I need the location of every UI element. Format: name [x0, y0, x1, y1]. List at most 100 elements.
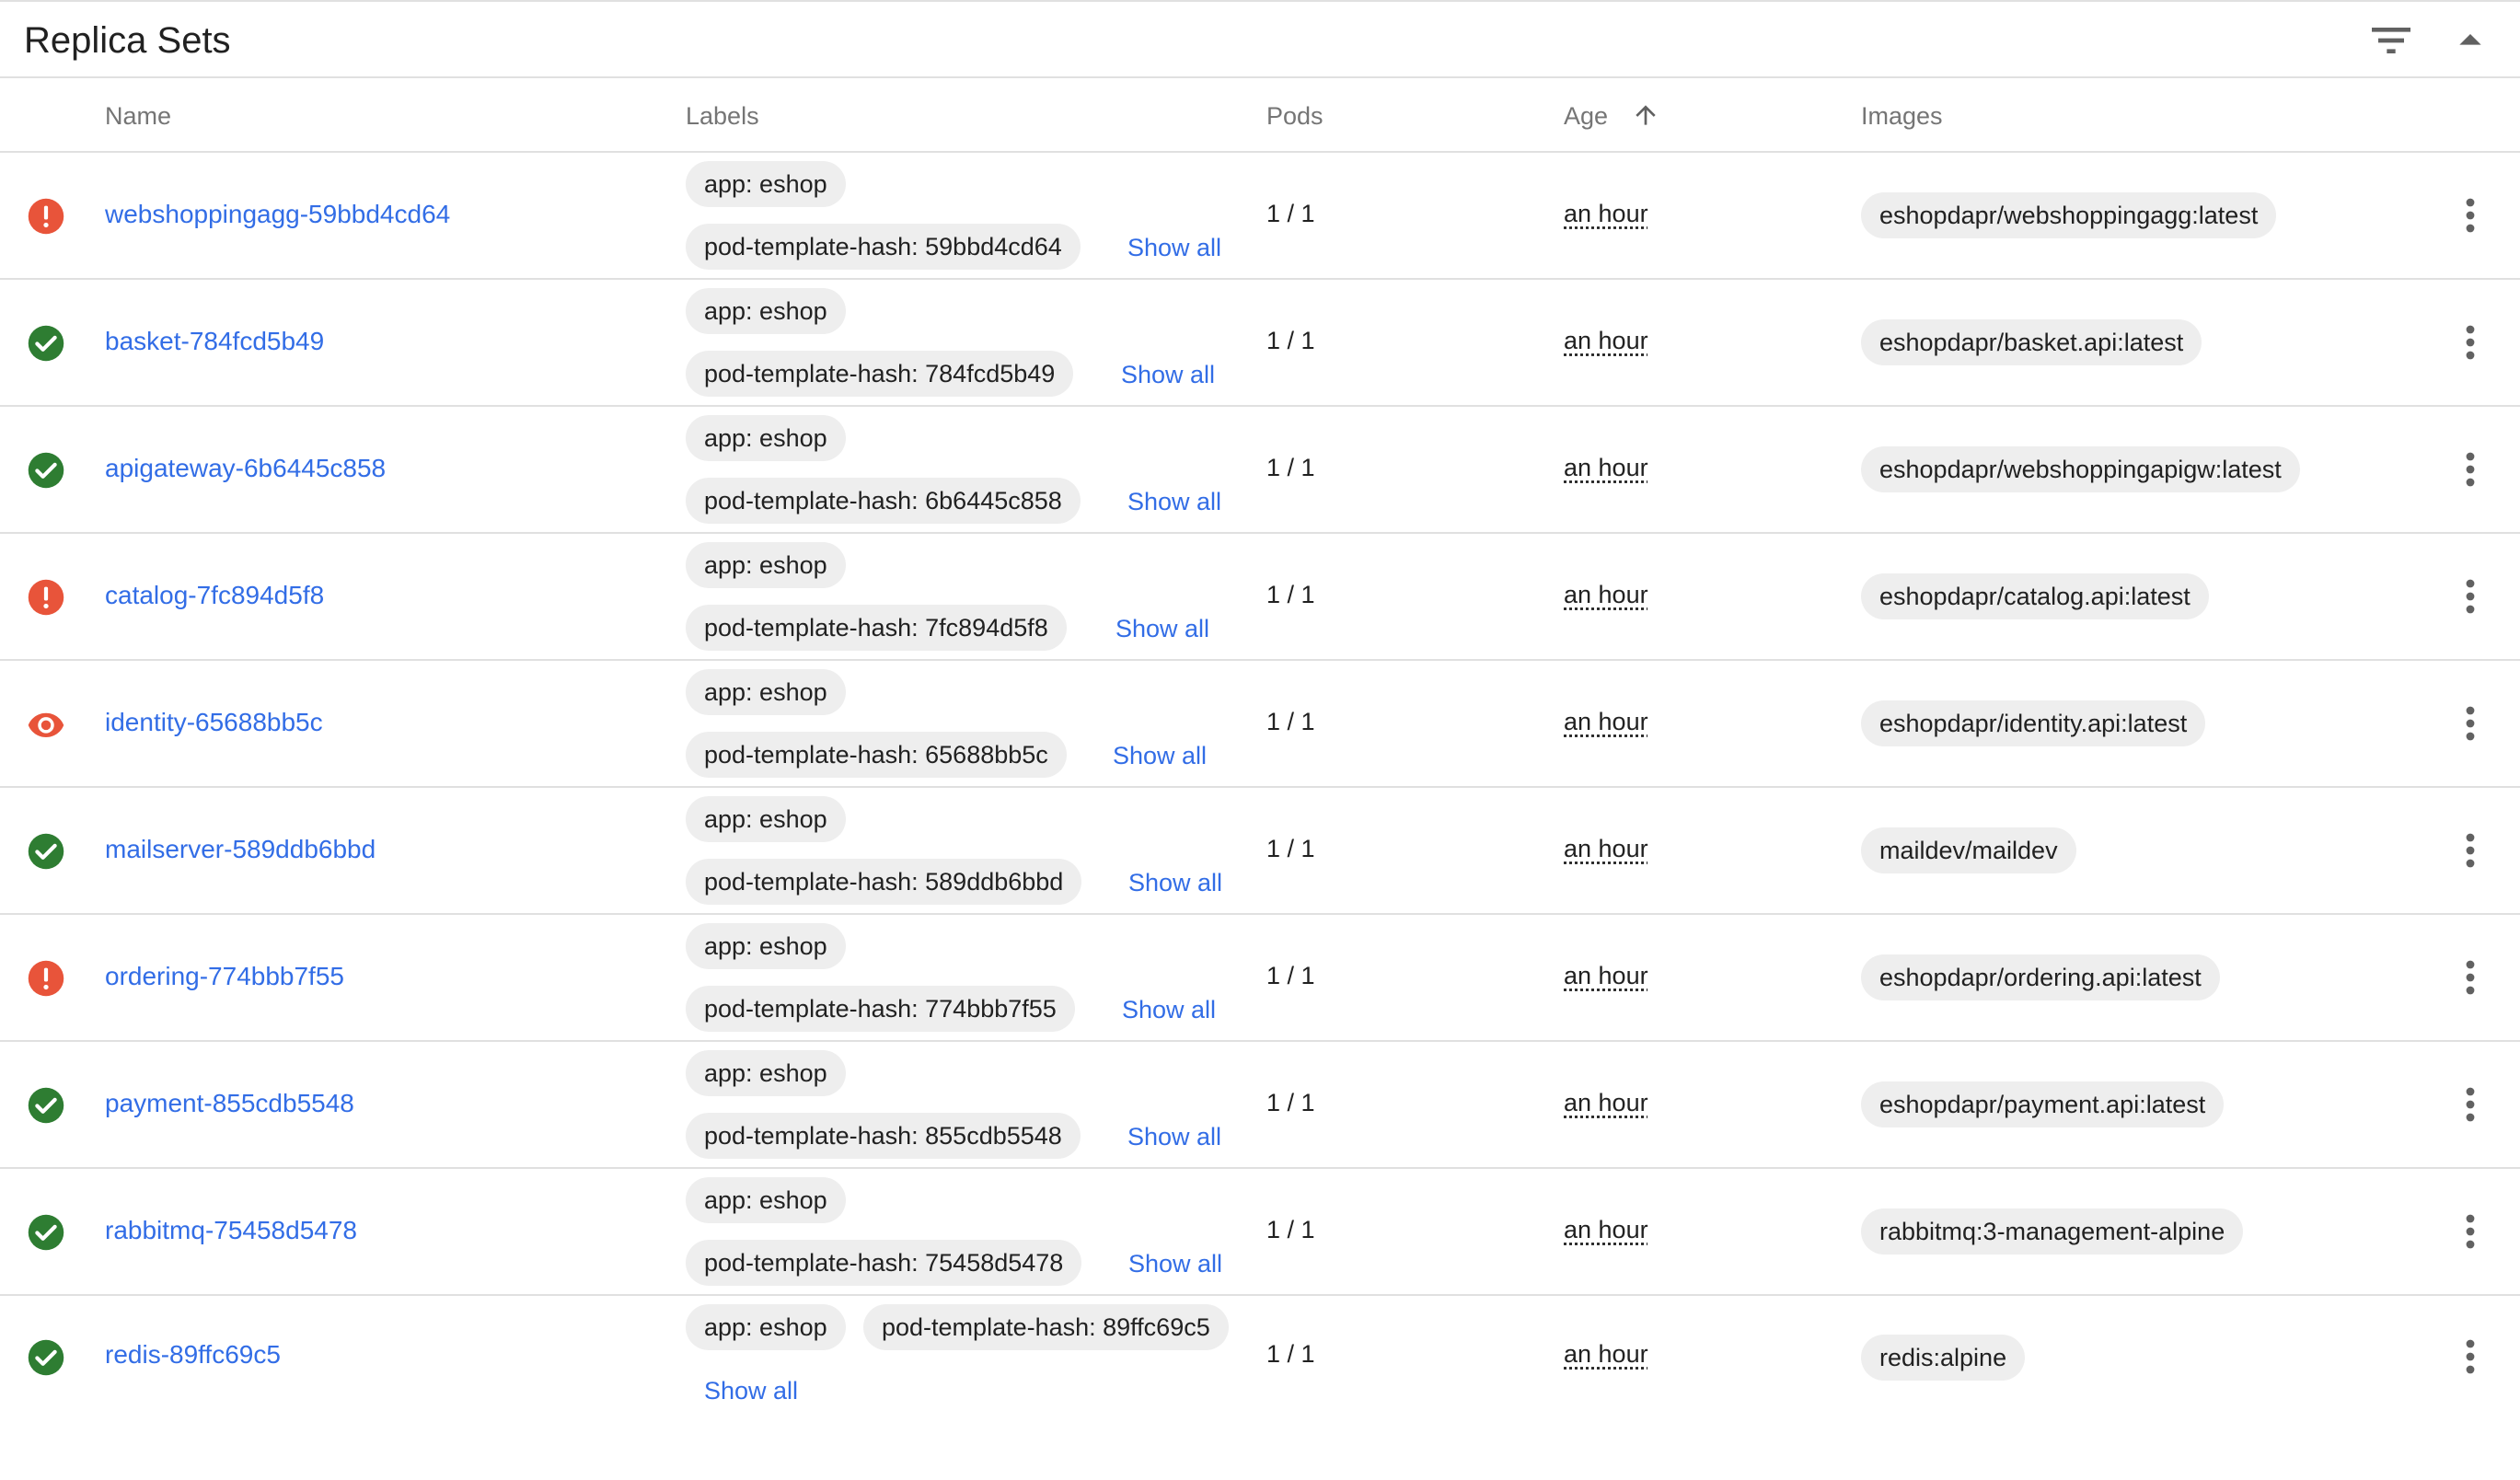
image-chip: eshopdapr/webshoppingapigw:latest [1861, 446, 2300, 492]
row-actions-button[interactable] [2452, 193, 2489, 237]
arrow-upward-icon[interactable] [1631, 100, 1660, 130]
card-header: Replica Sets [0, 2, 2520, 78]
show-all-labels-link[interactable]: Show all [1116, 615, 1209, 643]
image-chip: rabbitmq:3-management-alpine [1861, 1208, 2244, 1255]
table-row: catalog-7fc894d5f8 app: eshop pod-templa… [0, 534, 2520, 661]
show-all-labels-link[interactable]: Show all [1122, 996, 1216, 1024]
error-icon [27, 197, 65, 236]
pods-count: 1 / 1 [1266, 835, 1315, 862]
row-actions-button[interactable] [2452, 1335, 2489, 1379]
filter-button[interactable] [2365, 15, 2417, 66]
row-actions-button[interactable] [2452, 574, 2489, 619]
table-row: apigateway-6b6445c858 app: eshop pod-tem… [0, 407, 2520, 534]
age-value: an hour [1564, 1216, 1648, 1243]
check-circle-icon [27, 1086, 65, 1125]
pods-count: 1 / 1 [1266, 327, 1315, 354]
age-value: an hour [1564, 1089, 1648, 1116]
replica-sets-card: Replica Sets Name Labels Pods Age Images… [0, 0, 2520, 1405]
row-actions-button[interactable] [2452, 447, 2489, 491]
label-chip-pod-template-hash: pod-template-hash: 7fc894d5f8 [686, 605, 1067, 651]
more-vert-icon [2466, 706, 2475, 741]
image-chip: eshopdapr/basket.api:latest [1861, 319, 2202, 365]
show-all-labels-link[interactable]: Show all [1127, 234, 1221, 262]
row-actions-button[interactable] [2452, 1082, 2489, 1127]
more-vert-icon [2466, 833, 2475, 868]
label-chip-pod-template-hash: pod-template-hash: 774bbb7f55 [686, 986, 1075, 1032]
row-actions-button[interactable] [2452, 701, 2489, 746]
label-chip-app: app: eshop [686, 1304, 846, 1350]
image-chip: eshopdapr/identity.api:latest [1861, 700, 2206, 746]
replica-set-name-link[interactable]: webshoppingagg-59bbd4cd64 [105, 200, 450, 229]
label-chip-pod-template-hash: pod-template-hash: 6b6445c858 [686, 478, 1081, 524]
replica-set-name-link[interactable]: payment-855cdb5548 [105, 1089, 354, 1118]
pods-count: 1 / 1 [1266, 454, 1315, 481]
filter-list-icon [2372, 28, 2410, 53]
show-all-labels-link[interactable]: Show all [1128, 869, 1222, 897]
column-header-labels: Labels [686, 102, 759, 130]
age-value: an hour [1564, 708, 1648, 735]
replica-set-name-link[interactable]: apigateway-6b6445c858 [105, 454, 386, 483]
show-all-labels-link[interactable]: Show all [1128, 1250, 1222, 1278]
image-chip: redis:alpine [1861, 1335, 2026, 1381]
label-chip-app: app: eshop [686, 542, 846, 588]
pods-count: 1 / 1 [1266, 1216, 1315, 1243]
check-circle-icon [27, 324, 65, 363]
check-circle-icon [27, 1213, 65, 1252]
replica-set-name-link[interactable]: identity-65688bb5c [105, 708, 323, 737]
check-circle-icon [27, 1338, 65, 1377]
replica-set-name-link[interactable]: mailserver-589ddb6bbd [105, 835, 376, 864]
error-icon [27, 959, 65, 998]
label-chip-app: app: eshop [686, 669, 846, 715]
age-value: an hour [1564, 581, 1648, 608]
replica-set-name-link[interactable]: ordering-774bbb7f55 [105, 962, 344, 991]
replica-set-name-link[interactable]: basket-784fcd5b49 [105, 327, 324, 356]
label-chip-app: app: eshop [686, 288, 846, 334]
column-header-name[interactable]: Name [105, 102, 171, 131]
label-chip-app: app: eshop [686, 923, 846, 969]
more-vert-icon [2466, 1339, 2475, 1374]
label-chip-pod-template-hash: pod-template-hash: 784fcd5b49 [686, 351, 1074, 397]
label-chip-pod-template-hash: pod-template-hash: 89ffc69c5 [863, 1304, 1229, 1350]
replica-set-name-link[interactable]: catalog-7fc894d5f8 [105, 581, 324, 610]
check-circle-icon [27, 832, 65, 871]
pods-count: 1 / 1 [1266, 962, 1315, 989]
table-row: rabbitmq-75458d5478 app: eshop pod-templ… [0, 1169, 2520, 1296]
error-icon [27, 578, 65, 617]
image-chip: eshopdapr/webshoppingagg:latest [1861, 192, 2277, 238]
more-vert-icon [2466, 1214, 2475, 1249]
pods-count: 1 / 1 [1266, 1340, 1315, 1368]
replica-set-name-link[interactable]: redis-89ffc69c5 [105, 1340, 281, 1370]
pods-count: 1 / 1 [1266, 200, 1315, 227]
show-all-labels-link[interactable]: Show all [1121, 361, 1215, 389]
collapse-button[interactable] [2445, 15, 2496, 66]
row-actions-button[interactable] [2452, 320, 2489, 364]
label-chip-pod-template-hash: pod-template-hash: 75458d5478 [686, 1240, 1082, 1286]
age-value: an hour [1564, 962, 1648, 989]
show-all-labels-link[interactable]: Show all [1127, 488, 1221, 516]
image-chip: maildev/maildev [1861, 827, 2076, 873]
row-actions-button[interactable] [2452, 828, 2489, 873]
pods-count: 1 / 1 [1266, 581, 1315, 608]
table-row: basket-784fcd5b49 app: eshop pod-templat… [0, 280, 2520, 407]
show-all-labels-link[interactable]: Show all [704, 1377, 798, 1405]
eye-icon [27, 705, 65, 744]
table-body: webshoppingagg-59bbd4cd64 app: eshop pod… [0, 153, 2520, 1480]
row-actions-button[interactable] [2452, 1209, 2489, 1254]
show-all-labels-link[interactable]: Show all [1127, 1123, 1221, 1151]
table-row: webshoppingagg-59bbd4cd64 app: eshop pod… [0, 153, 2520, 280]
column-header-age[interactable]: Age [1564, 102, 1608, 131]
image-chip: eshopdapr/payment.api:latest [1861, 1081, 2225, 1127]
replica-set-name-link[interactable]: rabbitmq-75458d5478 [105, 1216, 357, 1245]
more-vert-icon [2466, 452, 2475, 487]
table-row: redis-89ffc69c5 app: eshop pod-template-… [0, 1296, 2520, 1480]
label-chip-app: app: eshop [686, 1050, 846, 1096]
row-actions-button[interactable] [2452, 955, 2489, 1000]
label-chip-pod-template-hash: pod-template-hash: 65688bb5c [686, 732, 1067, 778]
pods-count: 1 / 1 [1266, 708, 1315, 735]
pods-count: 1 / 1 [1266, 1089, 1315, 1116]
table-header: Name Labels Pods Age Images [0, 78, 2520, 153]
show-all-labels-link[interactable]: Show all [1113, 742, 1207, 770]
age-value: an hour [1564, 200, 1648, 227]
table-row: identity-65688bb5c app: eshop pod-templa… [0, 661, 2520, 788]
column-header-pods: Pods [1266, 102, 1324, 130]
